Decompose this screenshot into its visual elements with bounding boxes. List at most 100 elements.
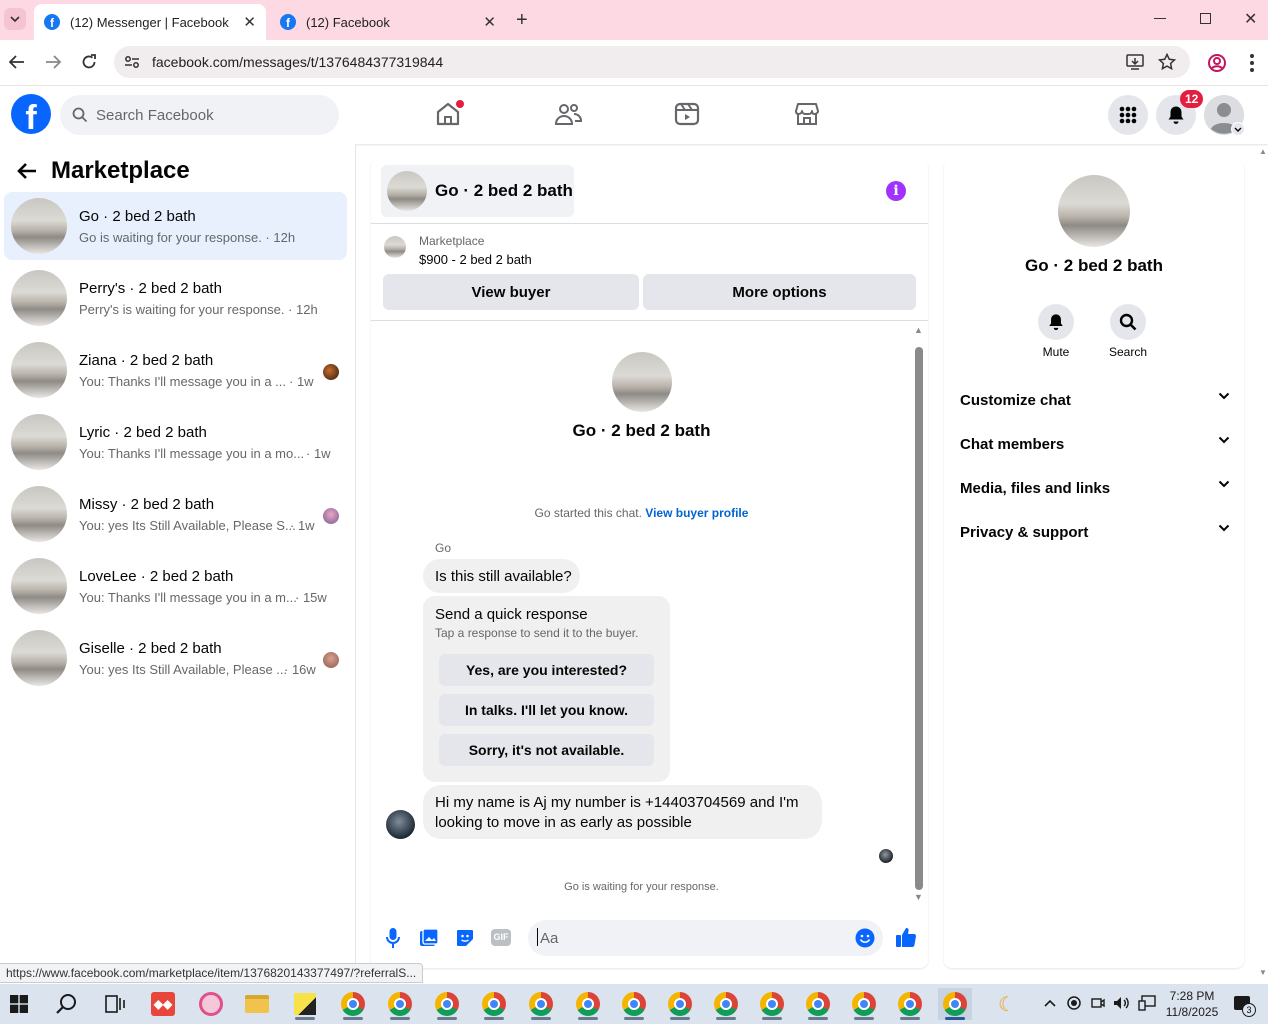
quick-response-in-talks-button[interactable]: In talks. I'll let you know. xyxy=(439,694,654,726)
details-profile-picture xyxy=(1058,175,1130,247)
back-arrow-icon[interactable] xyxy=(17,163,37,179)
meet-now-icon[interactable] xyxy=(1091,995,1105,1011)
conversation-item-perrys[interactable]: Perry's · 2 bed 2 bath Perry's is waitin… xyxy=(4,264,347,332)
nav-video-button[interactable] xyxy=(671,98,703,130)
volume-icon[interactable] xyxy=(1113,995,1131,1011)
gif-icon[interactable]: GIF xyxy=(491,929,511,946)
profile-icon[interactable] xyxy=(1207,53,1227,73)
taskbar-app-snipping[interactable] xyxy=(194,988,228,1020)
task-view-button[interactable] xyxy=(98,988,132,1020)
page-scroll-down-arrow[interactable]: ▼ xyxy=(1259,968,1267,977)
taskbar-app-chrome-1[interactable] xyxy=(336,988,370,1020)
taskbar-app-chrome-12[interactable] xyxy=(847,988,881,1020)
back-arrow-icon[interactable] xyxy=(9,55,25,69)
taskbar-app-chrome-4[interactable] xyxy=(477,988,511,1020)
browser-menu-icon[interactable] xyxy=(1250,54,1254,72)
record-icon[interactable] xyxy=(1067,996,1081,1010)
conversation-item-lyric[interactable]: Lyric · 2 bed 2 bath You: Thanks I'll me… xyxy=(4,408,347,476)
mute-button[interactable] xyxy=(1038,304,1074,340)
close-tab-icon[interactable]: ✕ xyxy=(483,13,496,31)
notifications-button[interactable]: 12 xyxy=(1156,90,1204,135)
conversation-item-lovelee[interactable]: LoveLee · 2 bed 2 bath You: Thanks I'll … xyxy=(4,552,347,620)
bookmark-star-icon[interactable] xyxy=(1158,53,1176,71)
reload-icon[interactable] xyxy=(81,54,97,70)
taskbar-app-chrome-7[interactable] xyxy=(617,988,651,1020)
conversation-item-go[interactable]: Go · 2 bed 2 bath Go is waiting for your… xyxy=(4,192,347,260)
nav-friends-button[interactable] xyxy=(552,98,584,130)
night-light-button[interactable]: ☾ xyxy=(990,988,1024,1020)
chevron-up-icon[interactable] xyxy=(1044,999,1056,1007)
omnibox[interactable]: facebook.com/messages/t/1376484377319844 xyxy=(114,46,1190,78)
sender-avatar[interactable] xyxy=(386,810,415,839)
nav-home-button[interactable] xyxy=(432,98,464,130)
nav-marketplace-button[interactable] xyxy=(791,98,823,130)
scroll-up-arrow[interactable]: ▲ xyxy=(914,325,924,335)
message-input[interactable]: Aa xyxy=(528,920,883,956)
microphone-icon[interactable] xyxy=(386,927,400,949)
taskbar-app-chrome-14[interactable] xyxy=(938,988,972,1020)
emoji-icon[interactable] xyxy=(855,928,875,948)
site-info-icon[interactable] xyxy=(124,54,140,70)
taskbar-app-sticky-notes[interactable] xyxy=(288,988,322,1020)
view-buyer-button[interactable]: View buyer xyxy=(383,274,639,310)
tab-search-button[interactable] xyxy=(4,8,26,30)
active-indicator xyxy=(854,1017,874,1020)
thumbs-up-icon[interactable] xyxy=(895,926,917,948)
chevron-down-icon xyxy=(1218,524,1230,532)
quick-response-not-available-button[interactable]: Sorry, it's not available. xyxy=(439,734,654,766)
tab-messenger[interactable]: f (12) Messenger | Facebook ✕ xyxy=(34,4,266,40)
message-bubble[interactable]: Hi my name is Aj my number is +144037045… xyxy=(423,785,822,839)
install-app-icon[interactable] xyxy=(1126,53,1144,71)
taskbar-app-anydesk[interactable]: ◆◆ xyxy=(146,988,180,1020)
listing-title[interactable]: $900 - 2 bed 2 bath xyxy=(419,252,532,267)
network-icon[interactable] xyxy=(1138,995,1156,1011)
conversation-item-missy[interactable]: Missy · 2 bed 2 bath You: yes Its Still … xyxy=(4,480,347,548)
chevron-down-icon xyxy=(1218,436,1230,444)
forward-arrow-icon[interactable] xyxy=(45,55,61,69)
customize-chat-section[interactable]: Customize chat xyxy=(960,385,1230,415)
start-button[interactable] xyxy=(2,988,36,1020)
minimize-button[interactable] xyxy=(1154,18,1166,19)
taskbar-app-chrome-3[interactable] xyxy=(430,988,464,1020)
maximize-button[interactable] xyxy=(1200,13,1211,24)
taskbar-app-chrome-13[interactable] xyxy=(893,988,927,1020)
taskbar-app-chrome-11[interactable] xyxy=(801,988,835,1020)
clock[interactable]: 7:28 PM 11/8/2025 xyxy=(1160,988,1224,1020)
taskbar-app-chrome-5[interactable] xyxy=(524,988,558,1020)
chat-title-button[interactable]: Go · 2 bed 2 bath xyxy=(381,165,574,217)
page-scroll-up-arrow[interactable]: ▲ xyxy=(1259,147,1267,156)
photo-icon[interactable] xyxy=(419,928,439,948)
conversation-item-ziana[interactable]: Ziana · 2 bed 2 bath You: Thanks I'll me… xyxy=(4,336,347,404)
sticker-icon[interactable] xyxy=(455,928,475,948)
search-in-chat-button[interactable] xyxy=(1110,304,1146,340)
privacy-support-section[interactable]: Privacy & support xyxy=(960,517,1230,547)
taskbar-app-file-explorer[interactable] xyxy=(240,988,274,1020)
scrollbar-thumb[interactable] xyxy=(915,347,923,890)
new-tab-button[interactable]: + xyxy=(516,9,528,32)
quick-response-yes-button[interactable]: Yes, are you interested? xyxy=(439,654,654,686)
taskbar-app-chrome-2[interactable] xyxy=(383,988,417,1020)
facebook-logo-icon[interactable]: f xyxy=(11,94,51,134)
more-options-button[interactable]: More options xyxy=(643,274,916,310)
taskbar-search-button[interactable] xyxy=(50,988,84,1020)
taskbar-app-chrome-6[interactable] xyxy=(571,988,605,1020)
task-view-icon xyxy=(105,995,125,1013)
close-window-button[interactable]: ✕ xyxy=(1244,9,1257,29)
chat-members-section[interactable]: Chat members xyxy=(960,429,1230,459)
divider xyxy=(371,320,928,321)
conversation-item-giselle[interactable]: Giselle · 2 bed 2 bath You: yes Its Stil… xyxy=(4,624,347,692)
menu-button[interactable] xyxy=(1108,95,1148,135)
scroll-down-arrow[interactable]: ▼ xyxy=(914,892,924,902)
message-bubble[interactable]: Is this still available? xyxy=(423,559,580,593)
view-buyer-profile-link[interactable]: View buyer profile xyxy=(645,506,748,520)
search-input[interactable]: Search Facebook xyxy=(60,95,339,135)
close-tab-icon[interactable]: ✕ xyxy=(243,13,256,31)
info-icon[interactable]: i xyxy=(886,181,906,201)
taskbar-app-chrome-9[interactable] xyxy=(709,988,743,1020)
tab-facebook[interactable]: f (12) Facebook ✕ xyxy=(270,4,506,40)
account-button[interactable] xyxy=(1204,95,1245,136)
taskbar-app-chrome-8[interactable] xyxy=(663,988,697,1020)
taskbar-app-chrome-10[interactable] xyxy=(755,988,789,1020)
media-files-links-section[interactable]: Media, files and links xyxy=(960,473,1230,503)
url-text[interactable]: facebook.com/messages/t/1376484377319844 xyxy=(152,54,443,70)
